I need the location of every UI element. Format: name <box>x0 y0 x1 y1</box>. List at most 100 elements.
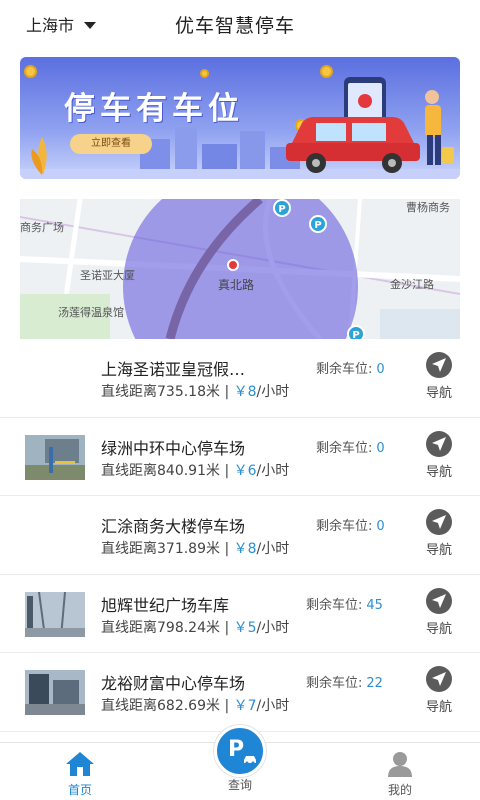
leaf-illustration <box>31 137 47 175</box>
parking-marker[interactable]: P <box>347 325 365 339</box>
price: ￥8 <box>233 384 257 400</box>
current-location-pin <box>227 259 239 271</box>
map-label: 圣诺亚大厦 <box>80 269 135 282</box>
navigate-label: 导航 <box>425 464 452 480</box>
parking-marker[interactable]: P <box>309 215 327 233</box>
map-label: 曹杨商务 <box>406 201 450 214</box>
page-title: 优车智慧停车 <box>175 15 296 37</box>
distance: 直线距离682.69米 <box>101 698 220 714</box>
car-icon <box>244 756 256 764</box>
remaining-label: 剩余车位: <box>316 519 373 534</box>
parking-query-button[interactable]: P <box>214 725 266 777</box>
navigate-button[interactable]: 导航 <box>422 666 456 715</box>
remaining-spots: 剩余车位: 45 <box>306 594 383 613</box>
remaining-label: 剩余车位: <box>306 676 363 691</box>
lot-thumbnail <box>25 434 85 480</box>
navigation-arrow-icon <box>426 587 452 614</box>
separator: | <box>220 462 234 479</box>
separator: | <box>220 541 234 557</box>
coin-decoration <box>24 65 37 78</box>
separator: | <box>220 619 234 636</box>
lot-info: 直线距离840.91米 | ￥6/小时 <box>101 460 289 480</box>
car-and-phone-illustration <box>286 77 454 173</box>
remaining-count: 45 <box>366 597 383 613</box>
navigate-label: 导航 <box>425 621 452 637</box>
lot-name: 上海圣诺亚皇冠假… <box>101 360 246 379</box>
navigate-button[interactable]: 导航 <box>422 430 456 480</box>
navigate-button[interactable]: 导航 <box>422 587 456 637</box>
top-header: 上海市 优车智慧停车 <box>0 0 480 48</box>
map-label: 金沙江路 <box>390 278 434 291</box>
lot-name: 汇涂商务大楼停车场 <box>101 517 246 536</box>
banner-title: 停车有车位 <box>64 91 244 127</box>
navigation-arrow-icon <box>426 666 452 692</box>
distance: 直线距离840.91米 <box>101 462 220 479</box>
parking-marker[interactable]: P <box>273 199 291 217</box>
remaining-label: 剩余车位: <box>306 597 363 613</box>
tab-mine[interactable]: 我的 <box>360 743 440 798</box>
lot-info: 直线距离371.89米 | ￥8/小时 <box>101 538 289 558</box>
remaining-spots: 剩余车位: 0 <box>316 437 385 456</box>
navigate-label: 导航 <box>425 700 452 715</box>
list-item[interactable]: 龙裕财富中心停车场 剩余车位: 22 直线距离682.69米 | ￥7/小时 导航 <box>0 653 480 732</box>
separator: | <box>220 698 234 714</box>
navigate-button[interactable]: 导航 <box>422 352 456 401</box>
separator: | <box>220 384 234 400</box>
list-item[interactable]: 上海圣诺亚皇冠假… 剩余车位: 0 直线距离735.18米 | ￥8/小时 导航 <box>0 339 480 418</box>
home-icon <box>66 752 94 776</box>
view-now-button[interactable]: 立即查看 <box>70 134 152 154</box>
chevron-down-icon <box>84 21 97 29</box>
remaining-count: 22 <box>366 676 383 691</box>
tab-home[interactable]: 首页 <box>40 743 120 798</box>
price-unit: /小时 <box>256 384 290 400</box>
user-icon <box>388 752 412 777</box>
map-label: 汤莲得温泉馆 <box>58 306 124 319</box>
coin-decoration <box>200 69 209 78</box>
lot-info: 直线距离682.69米 | ￥7/小时 <box>101 695 289 715</box>
list-item[interactable]: 旭辉世纪广场车库 剩余车位: 45 直线距离798.24米 | ￥5/小时 导航 <box>0 575 480 653</box>
price-unit: /小时 <box>256 619 290 636</box>
remaining-spots: 剩余车位: 22 <box>306 672 383 691</box>
distance: 直线距离371.89米 <box>101 541 220 557</box>
list-item[interactable]: 汇涂商务大楼停车场 剩余车位: 0 直线距离371.89米 | ￥8/小时 导航 <box>0 496 480 575</box>
tab-query-label: 查询 <box>227 778 252 792</box>
lot-name: 绿洲中环中心停车场 <box>101 438 246 458</box>
remaining-count: 0 <box>376 362 385 377</box>
remaining-count: 0 <box>376 440 385 456</box>
distance: 直线距离798.24米 <box>101 619 220 636</box>
price: ￥8 <box>233 541 257 557</box>
lot-name: 旭辉世纪广场车库 <box>101 595 230 615</box>
price-unit: /小时 <box>256 541 290 557</box>
city-selector[interactable]: 上海市 <box>26 12 97 36</box>
price: ￥5 <box>233 619 257 636</box>
lot-thumbnail <box>25 591 85 637</box>
navigation-arrow-icon <box>426 509 452 535</box>
parking-list: 上海圣诺亚皇冠假… 剩余车位: 0 直线距离735.18米 | ￥8/小时 导航 … <box>0 339 480 732</box>
lot-info: 直线距离735.18米 | ￥8/小时 <box>101 381 289 401</box>
price: ￥6 <box>233 462 257 479</box>
tab-mine-label: 我的 <box>387 783 412 797</box>
price-unit: /小时 <box>256 698 290 714</box>
remaining-spots: 剩余车位: 0 <box>316 515 385 534</box>
distance: 直线距离735.18米 <box>101 384 220 400</box>
list-item[interactable]: 绿洲中环中心停车场 剩余车位: 0 直线距离840.91米 | ￥6/小时 导航 <box>0 418 480 496</box>
promo-banner[interactable]: 停车有车位 立即查看 <box>20 57 460 179</box>
map-label: 商务广场 <box>20 221 64 234</box>
tab-home-label: 首页 <box>67 783 92 797</box>
navigate-label: 导航 <box>425 543 452 558</box>
tab-query[interactable]: 查询 <box>200 776 280 793</box>
navigation-arrow-icon <box>426 430 452 457</box>
bottom-tab-bar: 首页 P 查询 我的 <box>0 725 480 800</box>
lot-thumbnail <box>25 670 85 715</box>
navigation-arrow-icon <box>426 352 452 378</box>
price: ￥7 <box>233 698 257 714</box>
remaining-count: 0 <box>376 519 385 534</box>
price-unit: /小时 <box>256 462 290 479</box>
remaining-spots: 剩余车位: 0 <box>316 358 385 377</box>
lot-info: 直线距离798.24米 | ￥5/小时 <box>101 617 289 637</box>
remaining-label: 剩余车位: <box>316 440 373 456</box>
navigate-button[interactable]: 导航 <box>422 509 456 558</box>
map-view[interactable]: P P P 商务广场 圣诺亚大厦 汤莲得温泉馆 真北路 金沙江路 曹杨商务 <box>20 199 460 339</box>
parking-p-icon: P <box>228 737 245 762</box>
lot-name: 龙裕财富中心停车场 <box>101 674 246 693</box>
